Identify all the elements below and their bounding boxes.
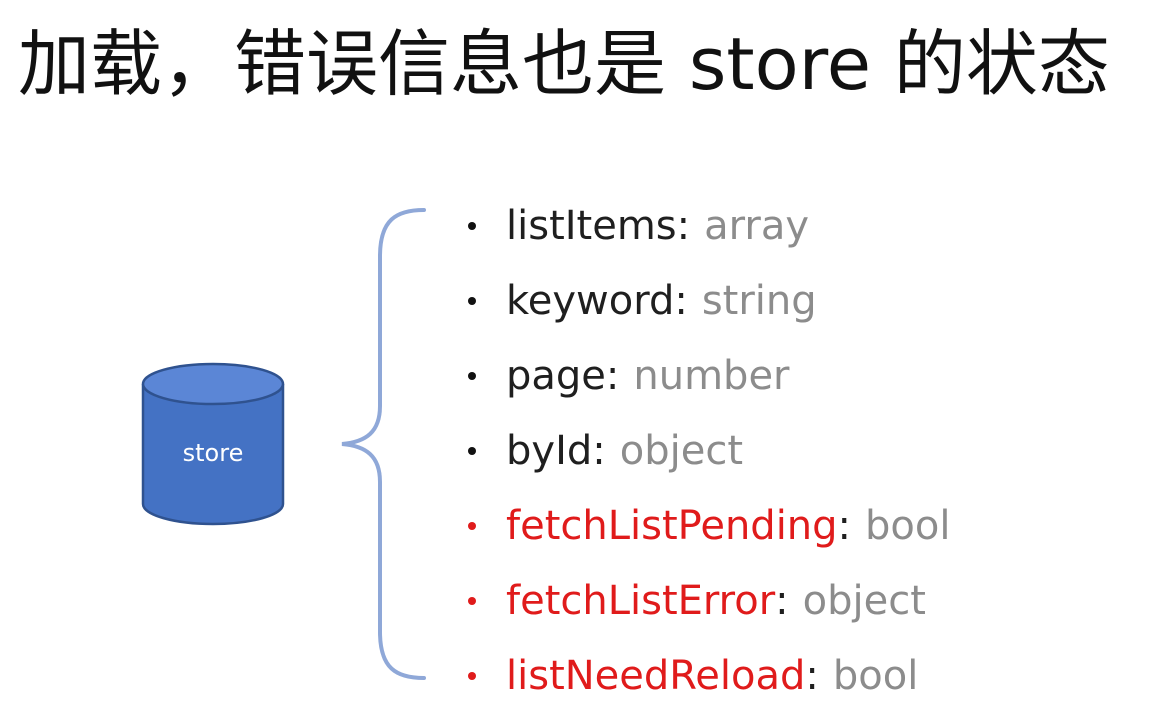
property-colon: :	[676, 202, 691, 249]
property-type: string	[701, 277, 817, 324]
cylinder-top	[141, 362, 285, 406]
curly-brace	[341, 208, 426, 680]
property-colon: :	[775, 577, 789, 624]
property-colon: :	[592, 427, 606, 474]
bullet-icon	[468, 671, 476, 680]
property-name: fetchListPending	[506, 502, 838, 549]
bullet-icon	[468, 221, 476, 230]
property-type: number	[633, 352, 790, 399]
property-name: page	[506, 352, 606, 399]
property-type: object	[619, 427, 743, 474]
property-name: fetchListError	[506, 577, 776, 624]
property-colon: :	[605, 352, 620, 399]
property-name: byId	[506, 427, 593, 474]
list-item: listItems: array	[462, 188, 950, 263]
property-type: bool	[865, 502, 951, 549]
slide-title: 加载，错误信息也是 store 的状态	[18, 22, 1110, 106]
property-colon: :	[805, 652, 819, 699]
list-item: byId: object	[462, 413, 950, 488]
state-property-list: listItems: array keyword: string page: numb…	[462, 188, 950, 713]
property-type: array	[704, 202, 810, 249]
property-colon: :	[674, 277, 688, 324]
property-name: listNeedReload	[506, 652, 806, 699]
property-colon: :	[837, 502, 852, 549]
list-item: keyword: string	[462, 263, 950, 338]
bullet-icon	[468, 371, 476, 380]
bullet-icon	[468, 521, 476, 530]
property-type: bool	[832, 652, 919, 699]
list-item: fetchListError: object	[462, 563, 950, 638]
list-item: fetchListPending: bool	[462, 488, 950, 563]
bullet-icon	[468, 446, 476, 455]
list-item: page: number	[462, 338, 950, 413]
bullet-icon	[468, 296, 476, 305]
property-type: object	[802, 577, 926, 624]
property-name: listItems	[506, 202, 677, 249]
bullet-icon	[468, 596, 476, 605]
store-label: store	[182, 439, 244, 467]
property-name: keyword	[506, 277, 675, 324]
list-item: listNeedReload: bool	[462, 638, 950, 713]
